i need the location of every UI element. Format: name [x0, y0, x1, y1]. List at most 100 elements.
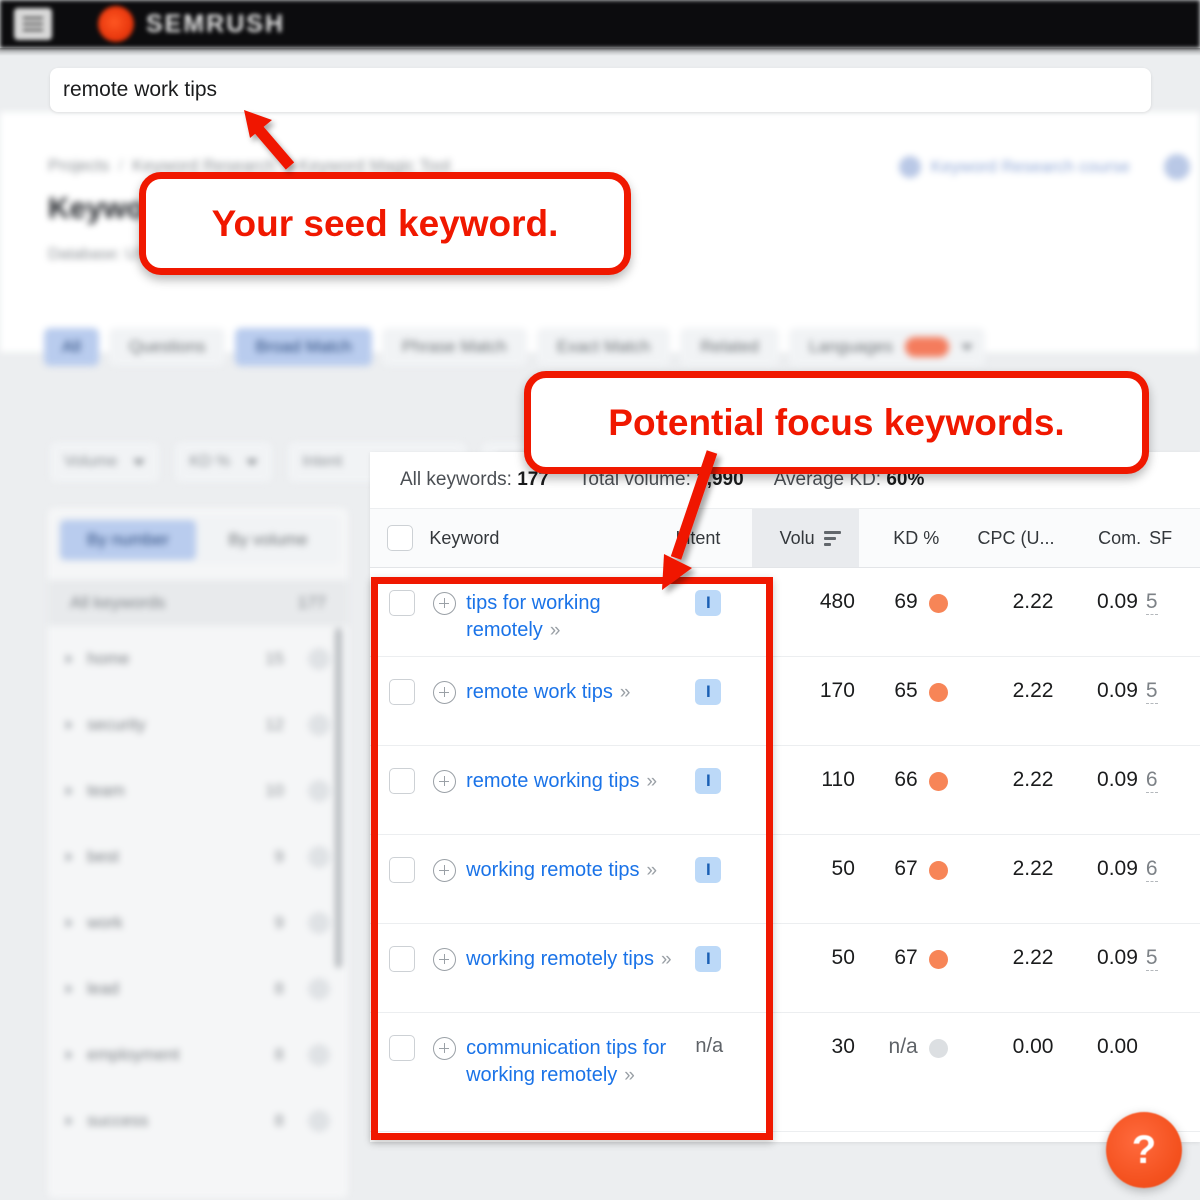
tab-phrase-match[interactable]: Phrase Match	[381, 328, 527, 366]
row-com-cell: 0.09	[1097, 768, 1138, 791]
column-header-volume-label: Volu	[779, 527, 815, 548]
checkbox-icon[interactable]	[386, 525, 413, 551]
filter-kd[interactable]: KD %	[175, 442, 273, 482]
row-com-cell: 0.00	[1097, 1035, 1138, 1058]
group-badge-icon	[308, 978, 330, 1000]
select-all-checkbox[interactable]	[370, 525, 429, 551]
list-item[interactable]: employment 8	[48, 1022, 348, 1088]
row-cpc-cell: 2.22	[1012, 590, 1054, 613]
column-header-kd[interactable]: KD %	[859, 528, 962, 549]
row-volume-cell: 50	[831, 857, 855, 880]
sf-value: 5	[1145, 946, 1158, 971]
row-volume-cell: 50	[831, 946, 855, 969]
group-badge-icon	[308, 1110, 330, 1132]
list-item[interactable]: team 10	[48, 758, 348, 824]
tab-languages[interactable]: Languages	[788, 328, 986, 366]
kd-value: n/a	[888, 1035, 918, 1058]
tab-languages-label: Languages	[808, 337, 894, 356]
chevron-right-icon	[66, 852, 73, 862]
tab-phrase-match-label: Phrase Match	[401, 337, 507, 356]
kd-dot-icon	[928, 683, 948, 702]
info-icon[interactable]	[1164, 154, 1190, 180]
group-label: team	[87, 781, 125, 800]
column-header-cpc[interactable]: CPC (U...	[961, 528, 1060, 549]
row-cpc-cell: 2.22	[1012, 768, 1054, 791]
list-item[interactable]: best 9	[48, 824, 348, 890]
keyword-rows-highlight	[371, 577, 773, 1140]
column-header-volume[interactable]: Volu	[751, 509, 859, 567]
row-sf-cell: 5	[1145, 568, 1200, 615]
sf-value: 6	[1145, 857, 1158, 882]
tab-broad-match-label: Broad Match	[255, 337, 352, 356]
filter-volume[interactable]: Volume	[50, 442, 160, 482]
keyword-research-course-link[interactable]: Keyword Research course	[898, 156, 1130, 178]
chevron-right-icon	[66, 984, 73, 994]
row-sf-cell: 5	[1145, 924, 1200, 971]
kd-value: 67	[894, 857, 918, 880]
group-by-toggle[interactable]: By number By volume	[56, 516, 340, 564]
row-volume-cell: 30	[831, 1035, 855, 1058]
tab-questions[interactable]: Questions	[108, 328, 226, 366]
semrush-logo-icon	[98, 6, 134, 42]
hamburger-icon[interactable]	[14, 8, 52, 40]
tab-exact-match[interactable]: Exact Match	[536, 328, 671, 366]
sf-value: 6	[1145, 768, 1158, 793]
filter-volume-label: Volume	[64, 453, 118, 470]
group-count: 15	[265, 649, 284, 668]
column-header-com[interactable]: Com.	[1061, 528, 1150, 549]
list-item[interactable]: lead 8	[48, 956, 348, 1022]
panel-scrollbar[interactable]	[335, 628, 342, 968]
list-item[interactable]: home 15	[48, 626, 348, 692]
kd-dot-icon	[928, 950, 948, 969]
help-button[interactable]: ?	[1106, 1112, 1182, 1188]
tab-related[interactable]: Related	[680, 328, 779, 366]
brand-logo[interactable]: SEMRUSH	[98, 6, 285, 42]
group-badge-icon	[308, 780, 330, 802]
row-kd-cell: 69	[873, 568, 960, 614]
tab-broad-match[interactable]: Broad Match	[235, 328, 372, 366]
group-by-number-button[interactable]: By number	[60, 520, 196, 560]
row-cpc-cell: 2.22	[1012, 679, 1054, 702]
search-input[interactable]: remote work tips	[63, 78, 217, 102]
callout-focus-text: Potential focus keywords.	[608, 401, 1065, 443]
list-item[interactable]: work 9	[48, 890, 348, 956]
row-kd-cell: 67	[873, 835, 960, 881]
all-keywords-label: All keywords	[70, 593, 166, 612]
breadcrumb-item-projects[interactable]: Projects	[48, 156, 109, 176]
sf-value: 5	[1145, 679, 1158, 704]
top-navigation-bar: SEMRUSH	[0, 0, 1200, 48]
row-kd-cell: 65	[873, 657, 960, 703]
callout-seed-keyword: Your seed keyword.	[139, 172, 631, 275]
kd-dot-icon	[928, 594, 948, 613]
kd-value: 65	[894, 679, 918, 702]
row-sf-cell	[1146, 1013, 1200, 1036]
chevron-right-icon	[66, 654, 73, 664]
column-header-keyword[interactable]: Keyword	[429, 528, 675, 549]
kd-dot-icon	[928, 1039, 948, 1058]
list-item[interactable]: success 8	[48, 1088, 348, 1154]
row-volume-cell: 170	[819, 679, 855, 702]
chevron-right-icon	[66, 786, 73, 796]
tab-exact-match-label: Exact Match	[556, 337, 651, 356]
keyword-search-field[interactable]: remote work tips	[50, 68, 1151, 112]
row-com-cell: 0.09	[1097, 946, 1138, 969]
chevron-right-icon	[66, 720, 73, 730]
all-keywords-row[interactable]: All keywords 177	[48, 580, 348, 626]
filter-intent-label: Intent	[302, 453, 343, 470]
group-count: 12	[265, 715, 284, 734]
list-item[interactable]: security 12	[48, 692, 348, 758]
group-count: 9	[274, 847, 284, 866]
keyword-group-list: home 15 security 12 team 10 best 9 work 9 lea…	[48, 626, 348, 1154]
callout-seed-text: Your seed keyword.	[211, 202, 559, 244]
group-label: work	[87, 913, 123, 932]
match-tabs[interactable]: All Questions Broad Match Phrase Match E…	[44, 328, 986, 366]
group-badge-icon	[308, 846, 330, 868]
sf-value: 5	[1145, 590, 1158, 615]
group-badge-icon	[308, 912, 330, 934]
group-by-volume-button[interactable]: By volume	[200, 520, 336, 560]
sort-descending-icon[interactable]	[823, 530, 841, 546]
tab-all[interactable]: All	[44, 328, 99, 366]
column-header-sf[interactable]: SF	[1149, 528, 1200, 549]
arrow-to-search-field	[244, 110, 295, 170]
row-sf-cell: 6	[1145, 835, 1200, 882]
